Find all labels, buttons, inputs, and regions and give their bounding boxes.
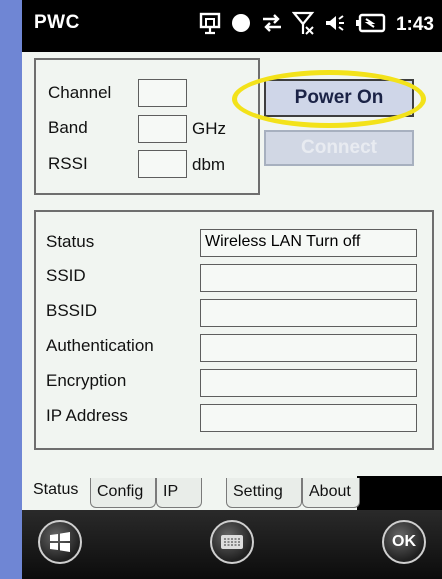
tab-bar: Status Config IP Setting About	[22, 476, 442, 510]
status-field: Wireless LAN Turn off	[200, 229, 417, 257]
windows-start-icon[interactable]	[38, 520, 82, 564]
band-unit: GHz	[192, 119, 226, 138]
bssid-label: BSSID	[46, 301, 98, 320]
app-title: PWC	[34, 12, 80, 33]
channel-label: Channel	[48, 83, 112, 102]
status-dot-icon	[230, 12, 252, 39]
authentication-field	[200, 334, 417, 362]
band-field	[138, 115, 187, 143]
tab-config[interactable]: Config	[90, 478, 156, 508]
device-screen: PWC 1:43 Channel Band GHz RSSI dbm Power…	[22, 0, 442, 579]
data-arrows-icon[interactable]	[260, 11, 284, 40]
ssid-field	[200, 264, 417, 292]
keyboard-icon[interactable]	[210, 520, 254, 564]
connect-button[interactable]: Connect	[264, 130, 414, 166]
no-signal-icon[interactable]	[291, 10, 316, 41]
battery-icon[interactable]	[355, 12, 386, 39]
authentication-label: Authentication	[46, 336, 154, 355]
band-label: Band	[48, 118, 88, 137]
ip-address-field	[200, 404, 417, 432]
power-on-button[interactable]: Power On	[264, 79, 414, 117]
encryption-label: Encryption	[46, 371, 127, 390]
softkey-bar: OK	[22, 510, 442, 579]
rssi-unit: dbm	[192, 155, 226, 174]
tab-about[interactable]: About	[302, 478, 360, 508]
status-bar: PWC 1:43	[22, 0, 442, 52]
ok-button[interactable]: OK	[382, 520, 426, 564]
main-content: Channel Band GHz RSSI dbm Power On Conne…	[22, 52, 442, 476]
ssid-label: SSID	[46, 266, 86, 285]
tab-status[interactable]: Status	[26, 476, 90, 509]
speaker-icon[interactable]	[324, 11, 348, 40]
rssi-field	[138, 150, 187, 178]
channel-field	[138, 79, 187, 107]
clock: 1:43	[395, 14, 434, 35]
bssid-field	[200, 299, 417, 327]
sync-window-icon[interactable]	[198, 11, 222, 40]
encryption-field	[200, 369, 417, 397]
ip-address-label: IP Address	[46, 406, 128, 425]
radio-info-group: Channel Band GHz RSSI dbm	[34, 58, 260, 195]
rssi-label: RSSI	[48, 154, 88, 173]
status-label: Status	[46, 232, 95, 251]
connection-info-group: Status Wireless LAN Turn off SSID BSSID …	[34, 210, 434, 450]
status-icons: 1:43	[198, 8, 434, 42]
tab-ip[interactable]: IP	[156, 478, 202, 508]
tab-setting[interactable]: Setting	[226, 478, 302, 508]
